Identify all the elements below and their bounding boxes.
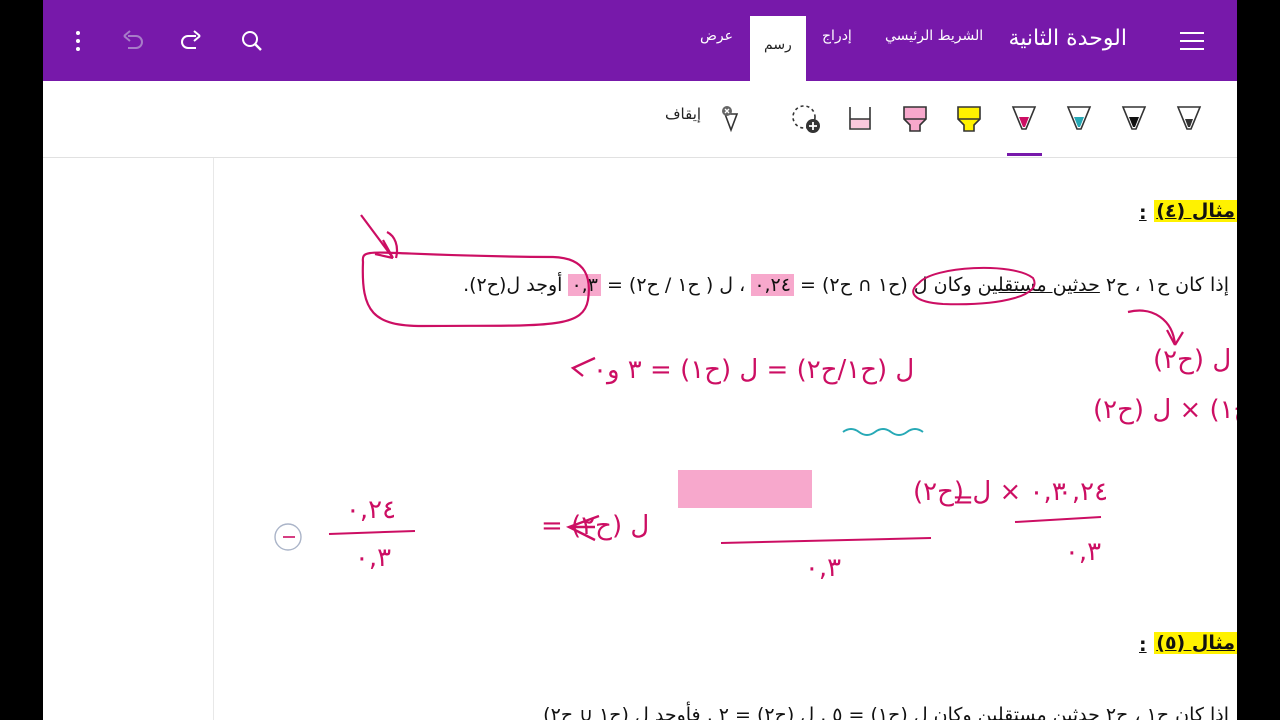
onenote-window: عرض رسم إدراج الشريط الرئيسي الوحدة الثا… [43,0,1237,720]
ink-frac-bar3 [328,530,416,535]
ink-highlight [678,470,812,508]
ink-line3: ٠,٢٤ = ل (ح١) × ل (ح٢) [1093,395,1237,425]
ink-layer: ل (ح١/ح٢) = ل (ح١) = ٣ و٠ ل (ح١ ∩ ح٢) = … [274,214,1237,583]
ink-result-num: ٠,٢٤ [346,495,396,525]
ink-line4-rhs: ٠,٣ × ل (ح٢) [913,477,1066,507]
ink-teal-squiggle [842,428,924,436]
ink-circle-events [912,266,1036,306]
ink-frac-bar2 [720,537,932,544]
ink-line1: ل (ح١/ح٢) = ل (ح١) = ٣ و٠ [593,355,914,385]
ink-line4-den2: ٠,٣ [805,553,841,583]
ink-result-lhs: ل (ح٢) = [541,511,649,541]
ink-box [361,251,590,328]
ink-frac-bar1 [1014,516,1102,523]
ink-arrow-right [1127,309,1184,346]
ink-line2: ل (ح١ ∩ ح٢) = ل (ح١) × ل (ح٢) [1153,345,1237,375]
ink-result-den: ٠,٣ [355,543,391,573]
ink-arrow-top [360,214,394,260]
ink-arrow-left1 [570,356,596,377]
ink-line4-den: ٠,٣ [1065,537,1101,567]
